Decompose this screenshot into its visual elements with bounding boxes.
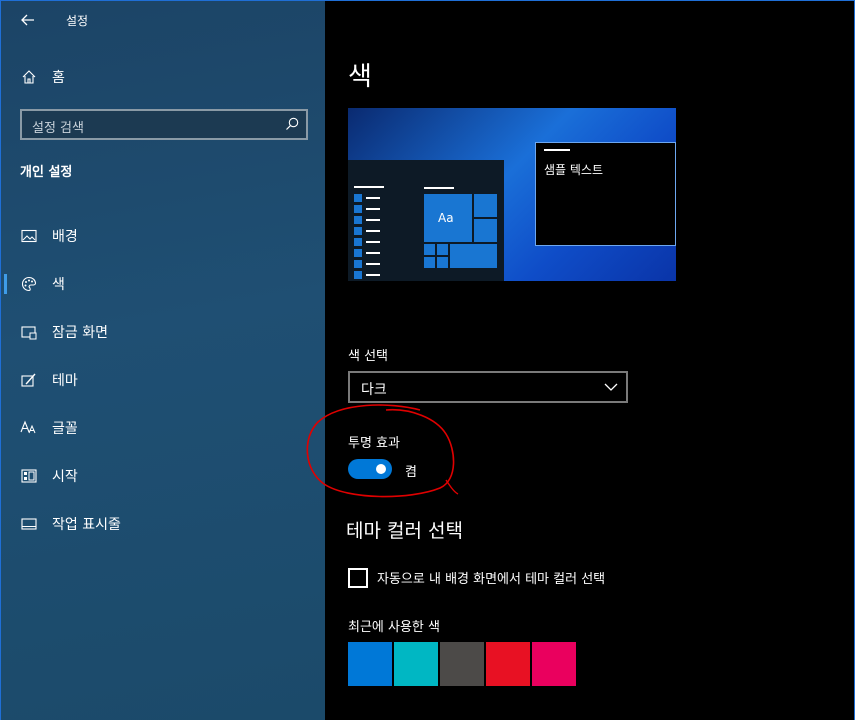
color-mode-dropdown[interactable]: 다크 — [348, 371, 628, 403]
start-icon — [19, 466, 39, 486]
image-icon — [19, 226, 39, 246]
preview-tile-label: Aa — [438, 211, 454, 225]
sidebar-item-taskbar[interactable]: 작업 표시줄 — [0, 500, 325, 548]
preview-tile — [474, 194, 497, 217]
sidebar: 설정 홈 설정 검색 개인 설정 배경 색 잠금 화면 테마 글꼴 시작 작업 … — [0, 0, 325, 720]
back-button[interactable] — [14, 6, 42, 34]
search-placeholder: 설정 검색 — [32, 121, 84, 136]
theme-preview: Aa 샘플 텍스트 — [348, 108, 676, 281]
main-content: 색 Aa 샘플 텍스트 색 선택 다크 투명 효과 켬 테마 컬러 선택 자동으… — [325, 0, 855, 720]
sidebar-item-label: 색 — [52, 277, 65, 293]
auto-accent-checkbox[interactable] — [348, 568, 368, 588]
font-icon — [19, 418, 39, 438]
palette-icon — [19, 274, 39, 294]
preview-sample-text: 샘플 텍스트 — [544, 163, 604, 177]
color-swatch[interactable] — [440, 642, 484, 686]
sidebar-item-label: 테마 — [52, 373, 78, 389]
annotation-circle — [306, 404, 459, 498]
preview-line — [354, 186, 384, 188]
preview-window-line — [544, 149, 570, 151]
taskbar-icon — [19, 514, 39, 534]
preview-tile — [437, 244, 448, 255]
sidebar-item-lock-screen[interactable]: 잠금 화면 — [0, 308, 325, 356]
recent-colors — [348, 642, 578, 686]
color-swatch[interactable] — [348, 642, 392, 686]
nav-list: 배경 색 잠금 화면 테마 글꼴 시작 작업 표시줄 — [0, 212, 325, 548]
chevron-down-icon — [604, 383, 618, 391]
search-input[interactable]: 설정 검색 — [20, 109, 308, 140]
preview-app-list — [354, 194, 384, 281]
preview-tile: Aa — [424, 194, 472, 242]
back-arrow-icon — [21, 14, 34, 26]
section-heading: 개인 설정 — [20, 165, 73, 180]
sidebar-item-label: 작업 표시줄 — [52, 517, 121, 533]
title-bar: 설정 — [0, 0, 325, 40]
lock-screen-icon — [19, 322, 39, 342]
accent-color-heading: 테마 컬러 선택 — [346, 520, 463, 542]
search-icon[interactable] — [284, 116, 300, 132]
sidebar-item-background[interactable]: 배경 — [0, 212, 325, 260]
page-title: 색 — [348, 62, 372, 92]
preview-tile — [424, 244, 435, 255]
sidebar-item-themes[interactable]: 테마 — [0, 356, 325, 404]
home-icon — [19, 67, 39, 87]
sidebar-item-label: 잠금 화면 — [52, 325, 108, 341]
sidebar-item-label: 글꼴 — [52, 421, 78, 437]
auto-accent-label: 자동으로 내 배경 화면에서 테마 컬러 선택 — [377, 572, 606, 587]
sidebar-item-start[interactable]: 시작 — [0, 452, 325, 500]
sidebar-item-label: 시작 — [52, 469, 78, 485]
color-swatch[interactable] — [486, 642, 530, 686]
window-title: 설정 — [66, 14, 89, 28]
nav-home-label: 홈 — [52, 70, 65, 86]
color-swatch[interactable] — [532, 642, 576, 686]
preview-tile — [474, 219, 497, 242]
preview-window: 샘플 텍스트 — [535, 142, 676, 246]
preview-tile — [450, 244, 497, 268]
color-mode-value: 다크 — [361, 382, 387, 398]
preview-line — [424, 187, 454, 189]
preview-start-menu: Aa — [348, 160, 504, 281]
theme-brush-icon — [19, 370, 39, 390]
sidebar-item-label: 배경 — [52, 229, 78, 245]
preview-tile — [424, 257, 435, 268]
sidebar-item-fonts[interactable]: 글꼴 — [0, 404, 325, 452]
nav-home[interactable]: 홈 — [0, 62, 325, 92]
color-choice-label: 색 선택 — [348, 349, 389, 364]
preview-tile — [437, 257, 448, 268]
sidebar-item-colors[interactable]: 색 — [0, 260, 325, 308]
color-swatch[interactable] — [394, 642, 438, 686]
recent-colors-label: 최근에 사용한 색 — [348, 620, 440, 635]
